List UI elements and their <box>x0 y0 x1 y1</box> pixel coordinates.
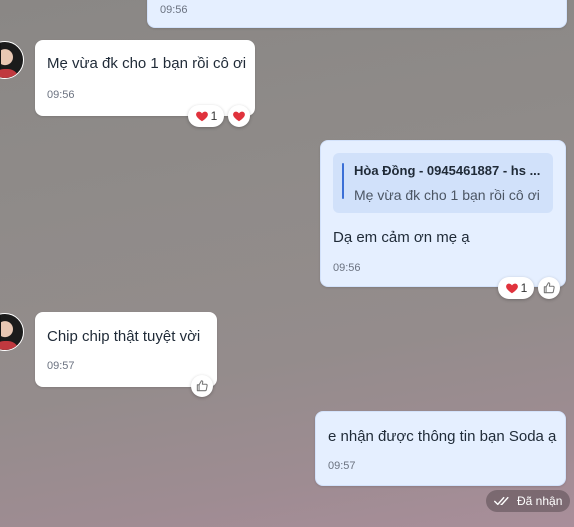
delivery-status-label: Đã nhận <box>517 494 563 508</box>
message-bubble-sent[interactable]: e nhận được thông tin bạn Soda ạ 09:57 <box>315 411 566 486</box>
message-time: 09:57 <box>328 460 356 472</box>
message-bubble-sent[interactable]: 09:56 <box>147 0 567 28</box>
reaction-count: 1 <box>520 281 528 295</box>
heart-icon <box>233 111 245 122</box>
reaction-summary[interactable]: 1 <box>188 105 224 127</box>
message-bubble-received[interactable]: Chip chip thật tuyệt vời 09:57 <box>35 312 217 387</box>
quoted-message[interactable]: Hòa Đồng - 0945461887 - hs ... Mẹ vừa đk… <box>333 153 553 213</box>
avatar[interactable] <box>0 313 24 351</box>
reaction-summary[interactable]: 1 <box>498 277 534 299</box>
delivery-status: Đã nhận <box>486 490 571 512</box>
message-text: Mẹ vừa đk cho 1 bạn rồi cô ơi <box>47 55 247 72</box>
message-text: Dạ em cảm ơn mẹ ạ <box>333 229 470 246</box>
react-button[interactable] <box>191 375 213 397</box>
reaction-count: 1 <box>210 109 218 123</box>
react-button[interactable] <box>228 105 250 127</box>
message-text: e nhận được thông tin bạn Soda ạ <box>328 428 557 445</box>
message-time: 09:56 <box>160 4 188 16</box>
quote-bar <box>342 163 344 199</box>
message-time: 09:57 <box>47 360 75 372</box>
message-time: 09:56 <box>47 89 75 101</box>
react-button[interactable] <box>538 277 560 299</box>
like-icon <box>543 282 555 294</box>
heart-icon <box>195 111 208 122</box>
message-bubble-sent[interactable]: Hòa Đồng - 0945461887 - hs ... Mẹ vừa đk… <box>320 140 566 287</box>
double-check-icon <box>494 496 509 506</box>
quote-title: Hòa Đồng - 0945461887 - hs ... <box>354 163 541 178</box>
heart-icon <box>505 283 518 294</box>
message-time: 09:56 <box>333 262 361 274</box>
like-icon <box>196 380 208 392</box>
quote-text: Mẹ vừa đk cho 1 bạn rồi cô ơi <box>354 187 540 203</box>
message-bubble-received[interactable]: Mẹ vừa đk cho 1 bạn rồi cô ơi 09:56 <box>35 40 255 116</box>
message-text: Chip chip thật tuyệt vời <box>47 328 201 345</box>
avatar[interactable] <box>0 41 24 79</box>
